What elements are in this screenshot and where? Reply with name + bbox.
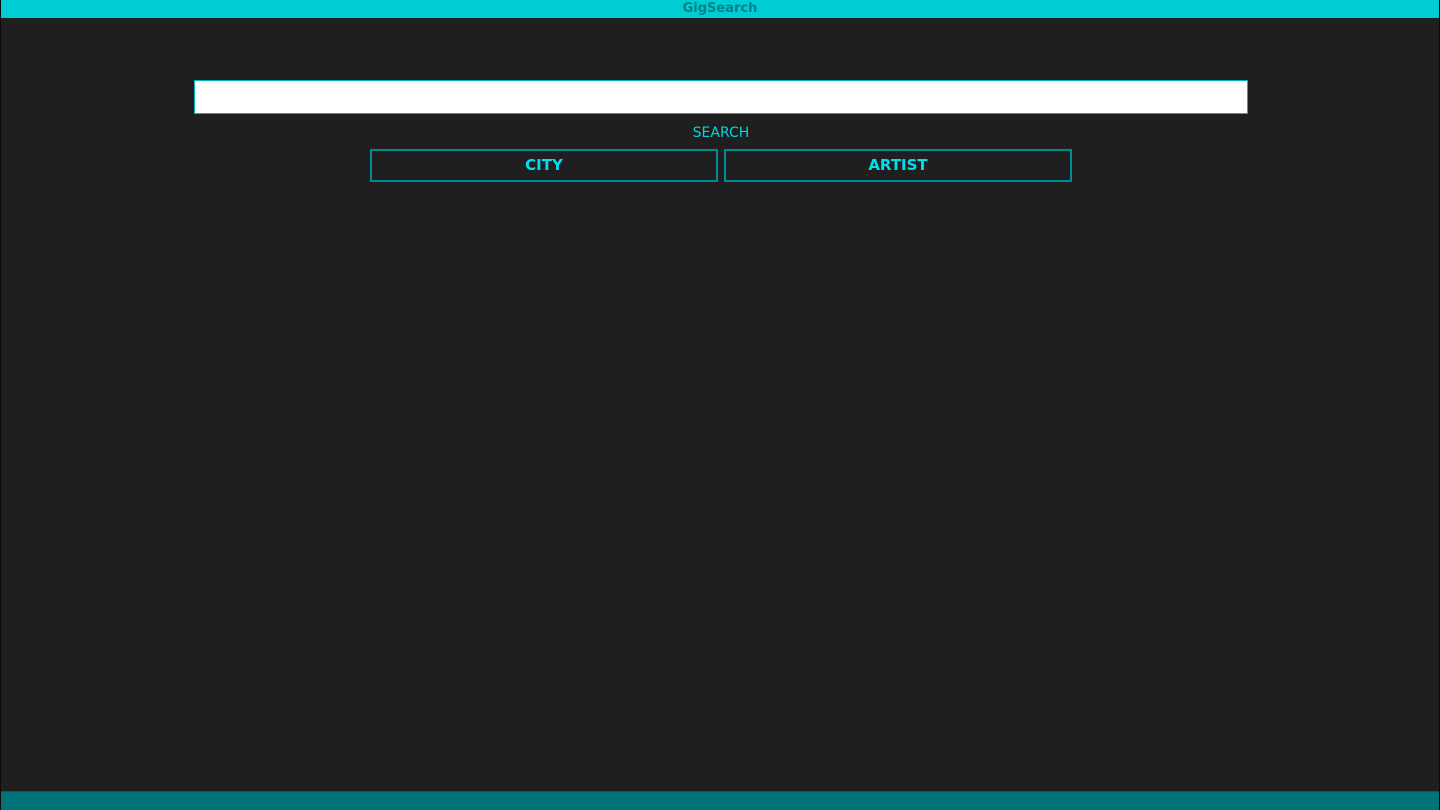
search-label: SEARCH <box>692 125 750 141</box>
bottom-app-bar[interactable] <box>1 791 1439 810</box>
artist-search-button[interactable]: ARTIST <box>724 149 1072 182</box>
title-bar[interactable]: GigSearch <box>1 0 1439 18</box>
app-title: GigSearch <box>682 1 758 16</box>
city-search-button[interactable]: CITY <box>370 149 718 182</box>
app-window: GigSearch SEARCH CITY ARTIST <box>0 0 1440 810</box>
search-input[interactable] <box>194 80 1248 114</box>
